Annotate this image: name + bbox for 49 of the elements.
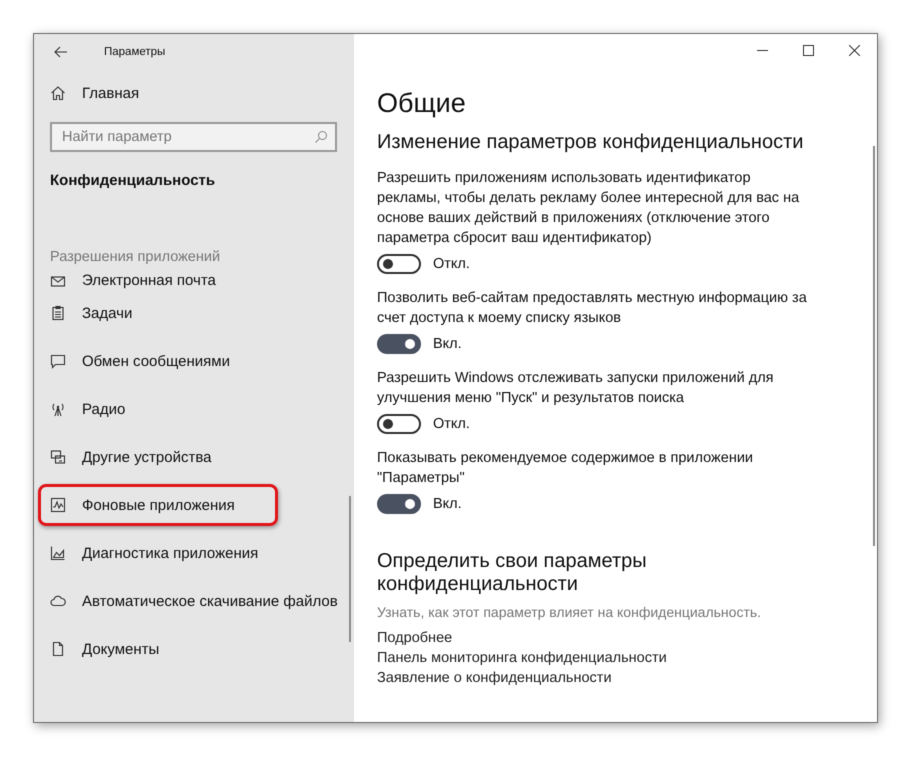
home-nav-item[interactable]: Главная [50,72,338,114]
setting-description: Разрешить приложениям использовать идентификатор рекламы, чтобы делать рекламу более интересной для вас на основе ваших действий в приложениях (отключение этого параметра сбросит ваш идентификатор) [377,169,800,248]
sidebar-item[interactable]: Автоматическое скачивание файлов [50,577,338,625]
toggle-switch[interactable] [377,334,421,354]
toggle-label: Откл. [433,416,470,432]
document-icon [50,641,66,657]
toggle-label: Откл. [433,256,470,272]
toggle-switch[interactable] [377,494,421,514]
toggle-label: Вкл. [433,496,462,512]
antenna-icon [50,401,66,417]
group-label: Разрешения приложений [50,249,222,267]
toggle-label: Вкл. [433,336,462,352]
sidebar-item[interactable]: Радио [50,385,338,433]
info-text: Узнать, как этот параметр влияет на конфиденциальность. [377,604,762,620]
toggle-switch[interactable] [377,254,421,274]
clipboard-icon [50,305,66,321]
sidebar-item[interactable]: Электронная почта [50,267,338,289]
devices-icon [50,449,66,465]
speech-bubble-icon [50,353,66,369]
back-button[interactable] [52,44,70,60]
back-arrow-icon [54,46,68,58]
area-chart-icon [50,545,66,561]
sidebar-item[interactable]: Документы [50,625,338,673]
link[interactable]: Заявление о конфиденциальности [377,668,853,688]
sidebar-item[interactable]: Обмен сообщениями [50,337,338,385]
page-title: Общие [377,88,467,119]
setting-description: Разрешить Windows отслеживать запуски приложений для улучшения меню "Пуск" и результатов поиска [377,369,775,408]
maximize-icon [802,44,814,56]
section-title: Конфиденциальность [50,172,216,189]
section-heading: Изменение параметров конфиденциальности [377,131,804,154]
sidebar-item[interactable]: Диагностика приложения [50,529,338,577]
sidebar-item[interactable]: Задачи [50,289,338,337]
home-icon [50,85,66,101]
scrollbar[interactable] [349,496,351,642]
link[interactable]: Панель мониторинга конфиденциальности [377,648,853,668]
scrollbar[interactable] [873,146,875,546]
setting-description: Позволить веб-сайтам предоставлять местную информацию за счет доступа к моему списку языков [377,289,808,328]
search-field[interactable]: Найти параметр [50,122,337,152]
search-icon [314,130,328,144]
window-title: Параметры [104,46,166,58]
section-heading: Определить свои параметры конфиденциальности [377,550,648,596]
sidebar-item[interactable]: Фоновые приложения [38,484,278,526]
activity-chart-icon [50,497,66,513]
cloud-icon [50,593,66,609]
link[interactable]: Подробнее [377,628,853,648]
toggle-switch[interactable] [377,414,421,434]
close-icon [848,44,860,56]
setting-description: Показывать рекомендуемое содержимое в приложении "Параметры" [377,449,754,488]
sidebar-item[interactable]: Другие устройства [50,433,338,481]
